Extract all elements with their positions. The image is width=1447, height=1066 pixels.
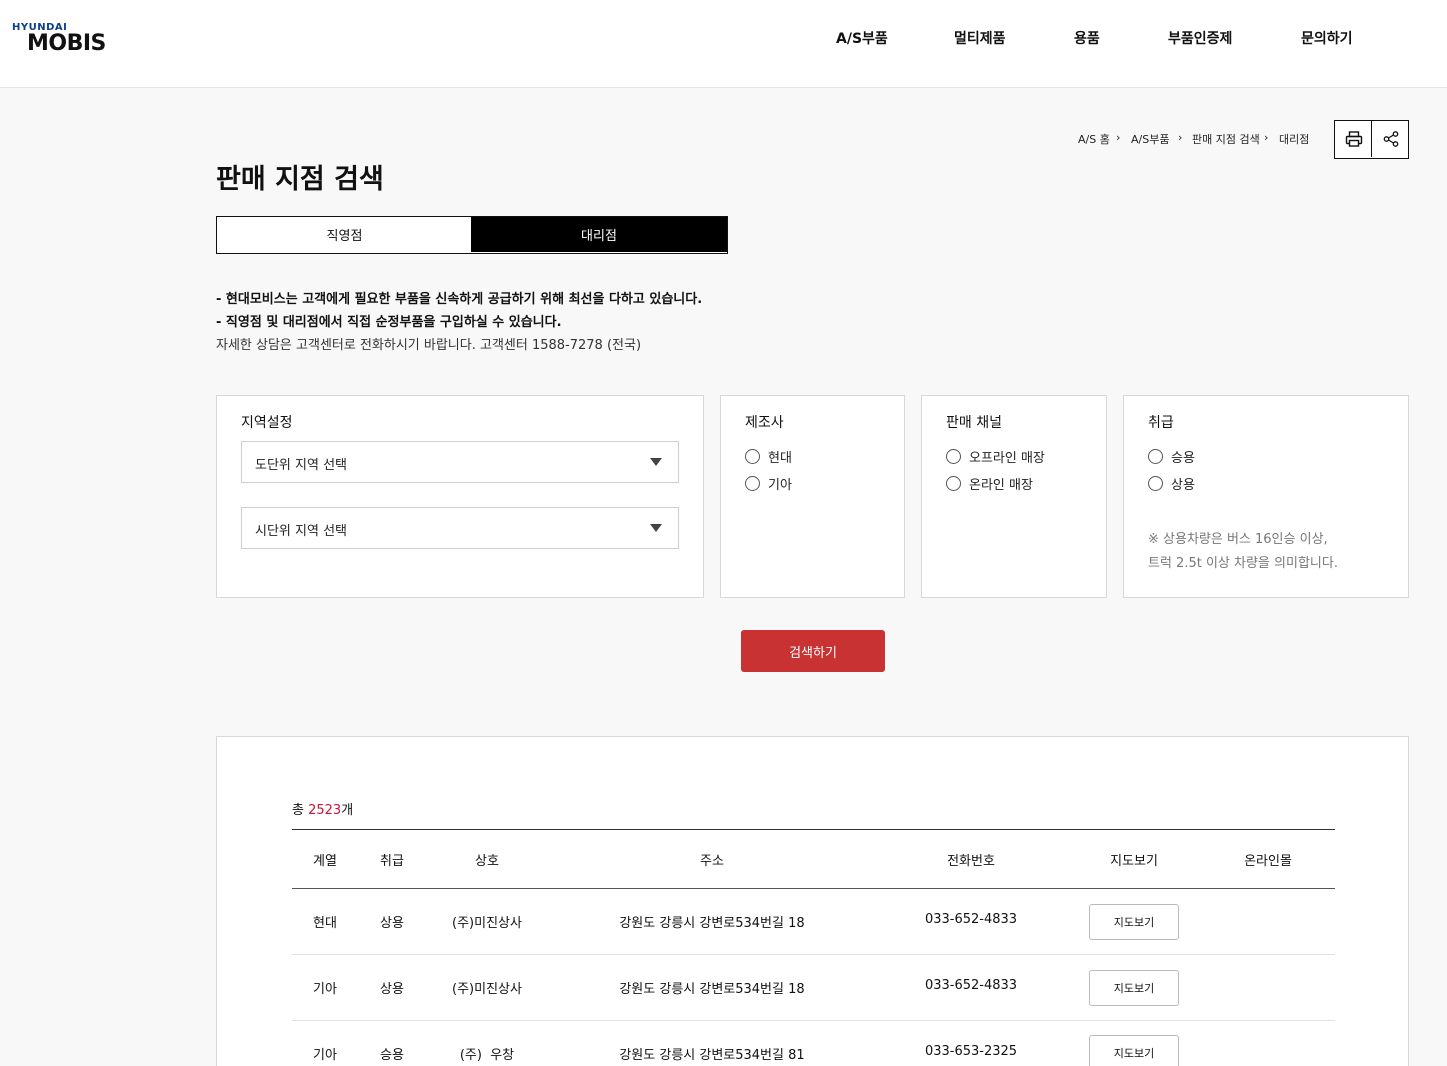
breadcrumb-chevron-icon: › — [1178, 131, 1183, 144]
radio-label: 오프라인 매장 — [969, 450, 1045, 466]
share-button[interactable] — [1372, 121, 1409, 157]
notice-line-3: 자세한 상담은 고객센터로 전화하시기 바랍니다. 고객센터 1588-7278… — [216, 338, 642, 353]
store-type-tabs: 직영점 대리점 — [216, 216, 728, 254]
radio-label: 온라인 매장 — [969, 477, 1033, 493]
radio-label: 승용 — [1171, 450, 1195, 466]
cell-brand: 기아 — [313, 982, 337, 997]
cell-address: 강원도 강릉시 강변로534번길 18 — [619, 916, 805, 931]
channel-filter-panel: 판매 채널 오프라인 매장 온라인 매장 — [921, 395, 1107, 598]
results-panel: 총 2523개 계열 취급 상호 주소 전화번호 지도보기 온라인몰 현대 상용… — [216, 736, 1409, 1066]
breadcrumb-as-home[interactable]: A/S 홈 — [1078, 131, 1110, 147]
maker-filter-panel: 제조사 현대 기아 — [720, 395, 905, 598]
radio-circle[interactable] — [745, 475, 760, 491]
column-header-brand: 계열 — [313, 854, 337, 869]
nav-multi-products[interactable]: 멀티제품 — [954, 28, 1006, 48]
cell-name: (주)미진상사 — [452, 916, 522, 931]
cell-phone: 033-652-4833 — [924, 912, 1018, 927]
tab-direct-store[interactable]: 직영점 — [217, 217, 472, 252]
total-prefix: 총 — [292, 803, 309, 818]
region-filter-title: 지역설정 — [241, 415, 293, 431]
notice-line-2: - 직영점 및 대리점에서 직접 순정부품을 구입하실 수 있습니다. — [216, 315, 562, 330]
page-tools — [1334, 120, 1409, 159]
city-select-value: 시단위 지역 선택 — [255, 524, 347, 539]
radio-label: 현대 — [768, 450, 792, 466]
radio-label: 상용 — [1171, 477, 1195, 493]
breadcrumb-store-search[interactable]: 판매 지점 검색 — [1192, 131, 1260, 147]
breadcrumb-as-parts[interactable]: A/S부품 — [1131, 131, 1169, 147]
radio-label: 기아 — [768, 477, 792, 493]
handling-filter-title: 취급 — [1148, 415, 1174, 431]
maker-filter-title: 제조사 — [745, 415, 784, 431]
total-suffix: 개 — [341, 803, 354, 818]
table-top-border — [292, 829, 1335, 830]
nav-as-parts[interactable]: A/S부품 — [836, 28, 888, 48]
cell-brand: 기아 — [313, 1048, 337, 1063]
logo-main-text: MOBIS — [27, 31, 106, 56]
breadcrumb-chevron-icon: › — [1264, 131, 1269, 144]
column-header-map: 지도보기 — [1110, 854, 1158, 869]
cell-handling: 상용 — [380, 982, 404, 997]
radio-circle[interactable] — [1148, 475, 1163, 491]
cell-address: 강원도 강릉시 강변로534번길 18 — [619, 982, 805, 997]
cell-handling: 상용 — [380, 916, 404, 931]
share-icon — [1383, 131, 1398, 147]
hyundai-mobis-logo[interactable]: HYUNDAI MOBIS — [12, 22, 108, 58]
nav-accessories[interactable]: 용품 — [1074, 28, 1100, 48]
printer-icon — [1345, 131, 1362, 147]
view-map-button[interactable]: 지도보기 — [1089, 1035, 1179, 1066]
cell-address: 강원도 강릉시 강변로534번길 81 — [619, 1048, 805, 1063]
breadcrumb-chevron-icon: › — [1116, 131, 1121, 144]
handling-filter-panel: 취급 승용 상용 ※ 상용차량은 버스 16인승 이상, 트럭 2.5t 이상 … — [1123, 395, 1409, 598]
column-header-name: 상호 — [475, 854, 499, 869]
nav-inquiry[interactable]: 문의하기 — [1301, 28, 1353, 48]
row-divider — [292, 1020, 1335, 1021]
radio-handling-passenger[interactable]: 승용 — [1148, 446, 1195, 466]
search-button[interactable]: 검색하기 — [741, 630, 885, 672]
caret-down-icon — [650, 524, 662, 532]
radio-circle[interactable] — [1148, 448, 1163, 464]
cell-name: (주) 우창 — [459, 1048, 515, 1063]
tab-agency[interactable]: 대리점 — [471, 217, 727, 252]
radio-maker-kia[interactable]: 기아 — [745, 473, 792, 493]
radio-maker-hyundai[interactable]: 현대 — [745, 446, 792, 466]
radio-handling-commercial[interactable]: 상용 — [1148, 473, 1195, 493]
caret-down-icon — [650, 458, 662, 466]
radio-circle[interactable] — [745, 448, 760, 464]
radio-channel-offline[interactable]: 오프라인 매장 — [946, 446, 1045, 466]
print-button[interactable] — [1335, 121, 1372, 157]
row-divider — [292, 954, 1335, 955]
cell-name: (주)미진상사 — [452, 982, 522, 997]
region-filter-panel: 지역설정 도단위 지역 선택 시단위 지역 선택 — [216, 395, 704, 598]
nav-parts-certification[interactable]: 부품인증제 — [1168, 28, 1232, 48]
cell-brand: 현대 — [313, 916, 337, 931]
radio-channel-online[interactable]: 온라인 매장 — [946, 473, 1033, 493]
table-header-border — [292, 888, 1335, 889]
view-map-button[interactable]: 지도보기 — [1089, 904, 1179, 940]
column-header-online-mall: 온라인몰 — [1244, 854, 1292, 869]
site-header: HYUNDAI MOBIS A/S부품 멀티제품 용품 부품인증제 문의하기 — [0, 0, 1447, 88]
handling-note-line-2: 트럭 2.5t 이상 차량을 의미합니다. — [1148, 556, 1338, 571]
view-map-button[interactable]: 지도보기 — [1089, 970, 1179, 1006]
cell-phone: 033-652-4833 — [924, 978, 1018, 993]
handling-note-line-1: ※ 상용차량은 버스 16인승 이상, — [1148, 532, 1328, 547]
radio-circle[interactable] — [946, 448, 961, 464]
province-select-value: 도단위 지역 선택 — [255, 458, 347, 473]
column-header-address: 주소 — [700, 854, 724, 869]
column-header-handling: 취급 — [380, 854, 404, 869]
city-select[interactable]: 시단위 지역 선택 — [241, 507, 679, 549]
radio-circle[interactable] — [946, 475, 961, 491]
cell-handling: 승용 — [380, 1048, 404, 1063]
notice-line-1: - 현대모비스는 고객에게 필요한 부품을 신속하게 공급하기 위해 최선을 다… — [216, 292, 703, 307]
page-title: 판매 지점 검색 — [216, 164, 384, 195]
breadcrumb-agency: 대리점 — [1279, 133, 1310, 146]
province-select[interactable]: 도단위 지역 선택 — [241, 441, 679, 483]
result-total: 총 2523개 — [292, 799, 353, 818]
total-count: 2523 — [308, 803, 342, 818]
channel-filter-title: 판매 채널 — [946, 415, 1002, 431]
column-header-phone: 전화번호 — [947, 854, 995, 869]
cell-phone: 033-653-2325 — [924, 1044, 1018, 1059]
